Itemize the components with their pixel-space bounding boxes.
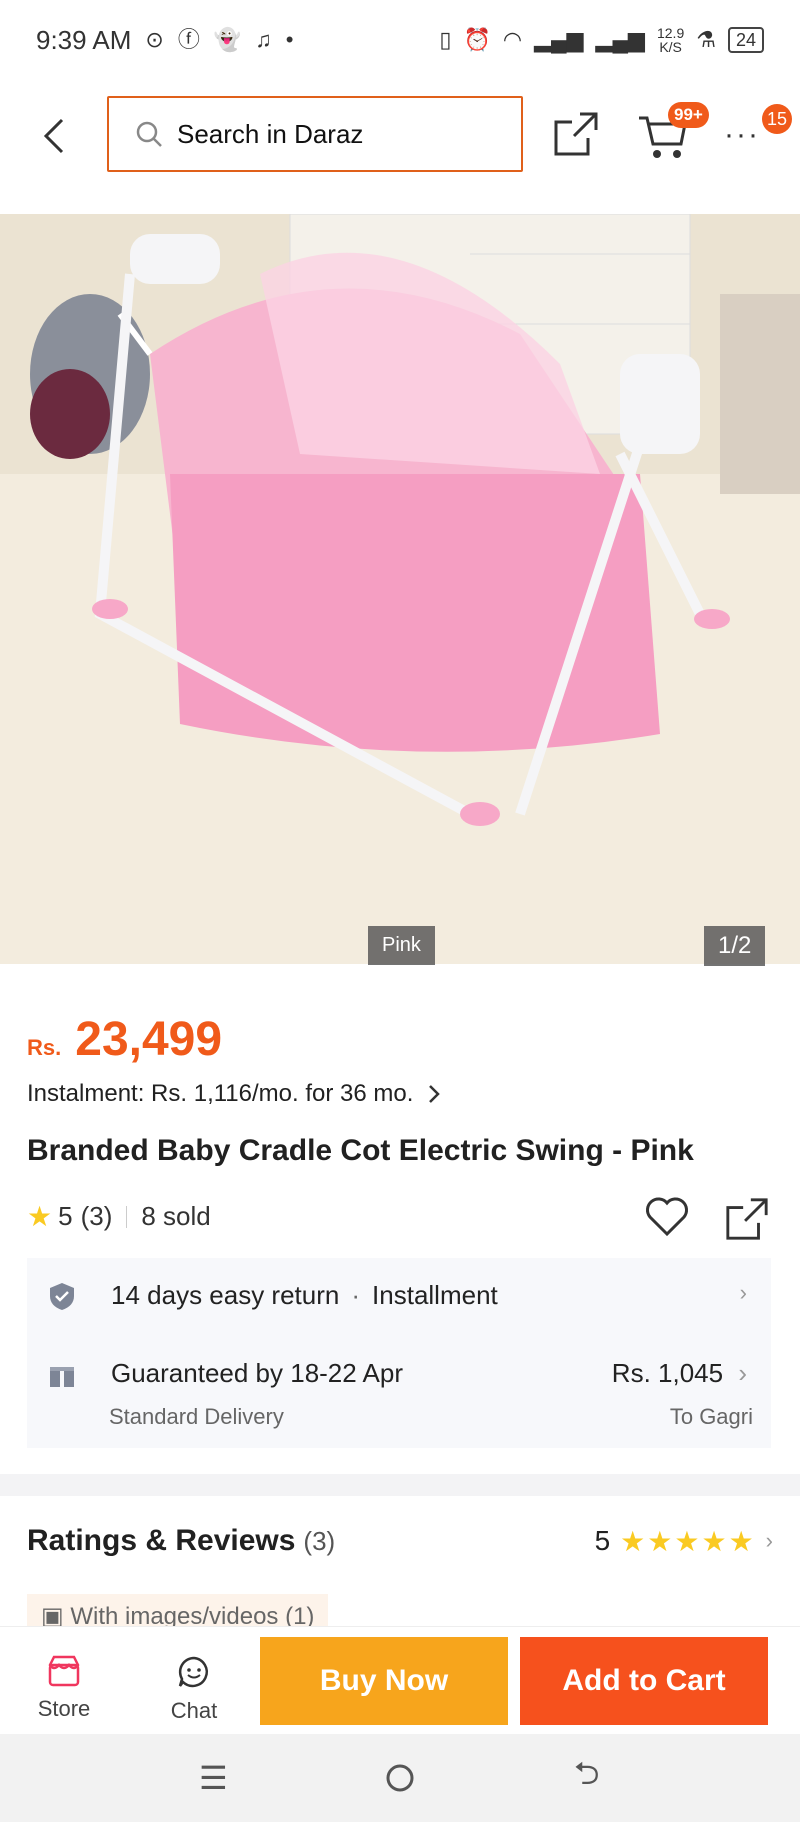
instalment-row[interactable]: Instalment: Rs. 1,116/mo. for 36 mo.: [27, 1080, 441, 1108]
delivery-type: Standard Delivery: [109, 1404, 284, 1429]
back-arrow-icon: ⮌: [573, 1755, 600, 1791]
home-circle-icon: [386, 1764, 414, 1792]
delivery-fee[interactable]: Rs. 1,045 ›: [612, 1358, 747, 1389]
section-divider: [0, 1474, 800, 1496]
flask-icon: ⚗: [696, 27, 716, 52]
share-top-button[interactable]: [552, 110, 600, 158]
add-to-cart-button[interactable]: Add to Cart: [520, 1637, 768, 1725]
snapchat-icon: 👻: [213, 27, 242, 52]
product-image[interactable]: [0, 214, 800, 964]
facebook-icon: ⓕ: [177, 27, 200, 52]
sold-count: 8 sold: [141, 1201, 211, 1231]
delivery-fee-value: Rs. 1,045: [611, 1358, 724, 1388]
bottom-action-bar: Store Chat Buy Now Add to Cart: [0, 1626, 800, 1734]
currency-label: Rs.: [27, 1035, 62, 1060]
chevron-left-icon: [43, 118, 64, 154]
chevron-right-icon: [429, 1085, 441, 1103]
guarantee-text: Guaranteed by 18-22 Apr: [111, 1358, 403, 1388]
chevron-right-icon: ›: [738, 1358, 747, 1388]
vibrate-icon: ▯: [439, 27, 452, 52]
rating-value: 5: [58, 1201, 73, 1231]
media-filter-chip[interactable]: ▣ With images/videos (1): [27, 1594, 329, 1628]
ratings-stars-icon: ★★★★★: [620, 1525, 756, 1557]
top-nav: Search in Daraz 99+ ··· 15: [0, 92, 800, 180]
net-speed-unit: K/S: [659, 39, 682, 55]
signal-icon: ▂▄▆: [534, 27, 584, 52]
share-icon: [554, 112, 598, 156]
olx-icon: ⊙: [145, 27, 164, 52]
ratings-title: Ratings & Reviews: [27, 1524, 296, 1557]
search-input[interactable]: Search in Daraz: [107, 96, 523, 172]
store-icon: [48, 1655, 80, 1687]
more-icon: ···: [724, 118, 760, 151]
variant-tag: Pink: [368, 926, 435, 965]
wifi-icon: ◠: [502, 27, 523, 52]
more-menu-button[interactable]: ···: [724, 118, 760, 152]
store-button[interactable]: Store: [26, 1655, 102, 1722]
chat-icon: [178, 1656, 208, 1688]
price-row: Rs. 23,499: [27, 1012, 222, 1067]
chat-button[interactable]: Chat: [156, 1655, 232, 1724]
back-nav-button[interactable]: ⮌: [567, 1755, 607, 1798]
shield-icon: [50, 1282, 74, 1310]
delivery-box-icon: [50, 1362, 74, 1387]
store-label: Store: [37, 1696, 91, 1721]
music-icon: ♫: [255, 27, 272, 52]
system-nav-bar: ☰ ⮌: [0, 1734, 800, 1822]
net-speed: 12.9 K/S: [657, 26, 684, 54]
cradle-illustration: [0, 214, 800, 964]
dot-icon: •: [285, 27, 294, 52]
heart-icon: [646, 1197, 688, 1237]
home-button[interactable]: [380, 1758, 420, 1798]
divider: [126, 1205, 128, 1228]
ratings-count: (3): [303, 1525, 336, 1556]
status-bar: 9:39 AM ⊙ ⓕ 👻 ♫ • ▯ ⏰ ◠ ▂▄▆ ▂▄▆ 12.9 K/S…: [0, 0, 800, 80]
battery-indicator: 24: [727, 27, 764, 53]
search-icon: [136, 121, 162, 147]
chevron-right-icon[interactable]: ›: [740, 1280, 747, 1306]
instalment-text: Instalment: Rs. 1,116/mo. for 36 mo.: [27, 1080, 414, 1107]
alarm-icon: ⏰: [463, 27, 491, 52]
image-icon: ▣: [41, 1603, 71, 1628]
share-button[interactable]: [724, 1196, 770, 1242]
return-text: 14 days easy return: [111, 1280, 340, 1310]
separator-dot: ·: [351, 1280, 361, 1310]
installment-text: Installment: [372, 1280, 498, 1310]
menu-icon: ☰: [198, 1760, 228, 1796]
delivery-destination: To Gagri: [669, 1404, 753, 1429]
delivery-row[interactable]: Guaranteed by 18-22 Apr: [47, 1358, 403, 1389]
ratings-header[interactable]: Ratings & Reviews (3) 5 ★★★★★ ›: [27, 1524, 773, 1558]
back-button[interactable]: [36, 110, 72, 162]
notification-badge: 15: [762, 104, 792, 134]
wishlist-button[interactable]: [644, 1194, 690, 1240]
product-title: Branded Baby Cradle Cot Electric Swing -…: [27, 1134, 694, 1167]
return-policy-row[interactable]: 14 days easy return · Installment: [47, 1280, 498, 1311]
ratings-score: 5: [594, 1525, 611, 1556]
search-placeholder: Search in Daraz: [177, 118, 364, 149]
signal-2-icon: ▂▄▆: [595, 27, 645, 52]
rating-count: (3): [80, 1201, 113, 1231]
delivery-info-box: 14 days easy return · Installment › Guar…: [27, 1258, 771, 1448]
media-chip-label: With images/videos (1): [70, 1603, 315, 1628]
star-icon: ★: [27, 1201, 53, 1232]
image-counter: 1/2: [704, 926, 766, 966]
recent-apps-button[interactable]: ☰: [193, 1758, 233, 1798]
chevron-right-icon: ›: [765, 1528, 773, 1553]
rating-summary[interactable]: ★ 5 (3) 8 sold: [27, 1200, 211, 1233]
status-time: 9:39 AM: [36, 24, 132, 55]
product-price: 23,499: [75, 1013, 223, 1066]
share-icon: [726, 1198, 768, 1240]
cart-badge: 99+: [668, 102, 709, 128]
buy-now-button[interactable]: Buy Now: [260, 1637, 508, 1725]
chat-label: Chat: [170, 1698, 218, 1723]
